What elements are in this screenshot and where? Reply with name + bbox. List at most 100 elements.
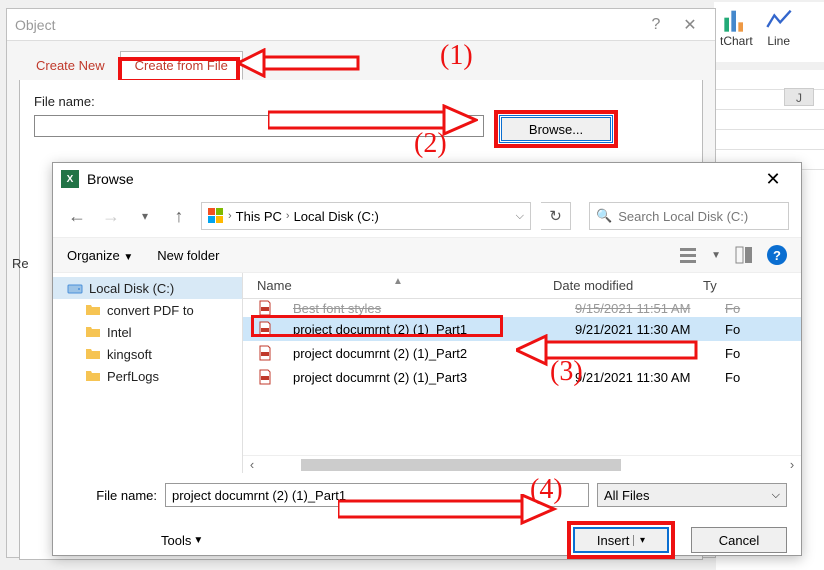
preview-pane-button[interactable] bbox=[735, 246, 753, 264]
line-label: Line bbox=[767, 34, 790, 48]
column-header-j[interactable]: J bbox=[784, 88, 814, 106]
scroll-right-icon[interactable]: › bbox=[783, 457, 801, 472]
nav-recent-icon[interactable]: ▾ bbox=[133, 204, 157, 228]
footer-filename-input[interactable] bbox=[165, 483, 589, 507]
browse-close-button[interactable]: ✕ bbox=[753, 165, 793, 193]
insert-button[interactable]: Insert ▾ bbox=[573, 527, 669, 553]
list-header[interactable]: Name ▲ Date modified Ty bbox=[243, 273, 801, 299]
sparkline-icon bbox=[765, 6, 793, 34]
tree-item-convert[interactable]: convert PDF to bbox=[53, 299, 242, 321]
tree-label: kingsoft bbox=[107, 347, 152, 362]
list-item[interactable]: project documrnt (2) (1)_Part1 9/21/2021… bbox=[243, 317, 801, 341]
file-type: Fo bbox=[725, 346, 765, 361]
pdf-icon bbox=[257, 345, 273, 361]
file-list[interactable]: Name ▲ Date modified Ty Best font styles … bbox=[243, 273, 801, 473]
sort-indicator-icon: ▲ bbox=[393, 276, 403, 287]
annotation-box-2: Browse... bbox=[494, 110, 618, 148]
list-item[interactable]: project documrnt (2) (1)_Part2 9/21/2021… bbox=[243, 341, 801, 365]
help-button[interactable]: ? bbox=[767, 245, 787, 265]
file-type: Fo bbox=[725, 301, 765, 316]
path-localdisk[interactable]: Local Disk (C:) bbox=[294, 209, 379, 224]
help-icon[interactable]: ? bbox=[639, 11, 673, 39]
folder-tree[interactable]: Local Disk (C:) convert PDF to Intel kin… bbox=[53, 273, 243, 473]
folder-icon bbox=[85, 346, 101, 362]
browse-dialog-title: Browse bbox=[87, 171, 134, 187]
chevron-right-icon: › bbox=[286, 210, 290, 222]
organize-menu[interactable]: Organize ▼ bbox=[67, 248, 133, 263]
file-type: Fo bbox=[725, 370, 765, 385]
pivotchart-label: tChart bbox=[720, 34, 753, 48]
file-type-filter[interactable]: All Files ⌵ bbox=[597, 483, 787, 507]
folder-icon bbox=[85, 302, 101, 318]
tree-label: PerfLogs bbox=[107, 369, 159, 384]
file-type: Fo bbox=[725, 322, 765, 337]
disk-icon bbox=[67, 280, 83, 296]
tree-item-intel[interactable]: Intel bbox=[53, 321, 242, 343]
col-header-type[interactable]: Ty bbox=[703, 278, 743, 293]
tree-label: Intel bbox=[107, 325, 132, 340]
chevron-down-icon: ▼ bbox=[193, 535, 203, 546]
path-thispc[interactable]: This PC bbox=[236, 209, 282, 224]
pdf-icon bbox=[257, 321, 273, 337]
address-bar[interactable]: › This PC › Local Disk (C:) ⌵ bbox=[201, 202, 531, 230]
pivotchart-icon bbox=[722, 6, 750, 34]
file-date: 9/21/2021 11:30 AM bbox=[575, 346, 725, 361]
chevron-right-icon: › bbox=[228, 210, 232, 222]
col-header-date[interactable]: Date modified bbox=[553, 278, 703, 293]
pivotchart-button[interactable]: tChart bbox=[714, 2, 759, 52]
pdf-icon bbox=[257, 300, 273, 316]
chevron-down-icon: ▼ bbox=[123, 252, 133, 263]
folder-icon bbox=[85, 368, 101, 384]
search-icon: 🔍 bbox=[596, 208, 612, 224]
file-name: Best font styles bbox=[279, 301, 575, 316]
view-mode-button[interactable] bbox=[679, 246, 697, 264]
address-dropdown-icon[interactable]: ⌵ bbox=[516, 210, 524, 223]
file-name-label: File name: bbox=[34, 94, 688, 109]
annotation-box-4: Insert ▾ bbox=[567, 521, 675, 559]
browse-dialog: X Browse ✕ ← → ▾ ↑ › This PC › Local Dis… bbox=[52, 162, 802, 556]
new-folder-button[interactable]: New folder bbox=[157, 248, 219, 263]
tree-item-kingsoft[interactable]: kingsoft bbox=[53, 343, 242, 365]
results-label-fragment: Re bbox=[12, 256, 29, 271]
view-dropdown-icon[interactable]: ▼ bbox=[711, 250, 721, 261]
tab-create-from-file[interactable]: Create from File bbox=[120, 51, 243, 80]
file-name: project documrnt (2) (1)_Part1 bbox=[279, 322, 575, 337]
excel-icon: X bbox=[61, 170, 79, 188]
nav-forward-icon[interactable]: → bbox=[99, 204, 123, 228]
tree-item-localdisk[interactable]: Local Disk (C:) bbox=[53, 277, 242, 299]
footer-filename-label: File name: bbox=[67, 488, 157, 503]
tree-item-perflogs[interactable]: PerfLogs bbox=[53, 365, 242, 387]
file-date: 9/15/2021 11:51 AM bbox=[575, 301, 725, 316]
chevron-split-icon: ▾ bbox=[633, 535, 645, 546]
close-icon[interactable]: ✕ bbox=[673, 11, 707, 39]
tree-label: Local Disk (C:) bbox=[89, 281, 174, 296]
windows-logo-icon bbox=[208, 208, 224, 224]
chevron-down-icon: ⌵ bbox=[772, 489, 780, 502]
cancel-button[interactable]: Cancel bbox=[691, 527, 787, 553]
horizontal-scrollbar[interactable]: ‹ › bbox=[243, 455, 801, 473]
tree-label: convert PDF to bbox=[107, 303, 194, 318]
list-item[interactable]: project documrnt (2) (1)_Part3 9/21/2021… bbox=[243, 365, 801, 389]
file-name-input[interactable] bbox=[34, 115, 484, 137]
refresh-button[interactable]: ↻ bbox=[541, 202, 571, 230]
file-name: project documrnt (2) (1)_Part2 bbox=[279, 346, 575, 361]
file-date: 9/21/2021 11:30 AM bbox=[575, 322, 725, 337]
tab-create-new[interactable]: Create New bbox=[21, 51, 120, 80]
line-sparkline-button[interactable]: Line bbox=[759, 2, 799, 52]
ribbon-fragment: tChart Line bbox=[714, 2, 824, 62]
scroll-left-icon[interactable]: ‹ bbox=[243, 457, 261, 472]
filter-label: All Files bbox=[604, 488, 650, 503]
tools-menu[interactable]: Tools ▼ bbox=[67, 533, 203, 548]
list-item[interactable]: Best font styles 9/15/2021 11:51 AM Fo bbox=[243, 299, 801, 317]
col-header-name[interactable]: Name bbox=[257, 278, 292, 293]
search-input[interactable]: 🔍 Search Local Disk (C:) bbox=[589, 202, 789, 230]
scroll-thumb[interactable] bbox=[301, 459, 621, 471]
nav-back-icon[interactable]: ← bbox=[65, 204, 89, 228]
folder-icon bbox=[85, 324, 101, 340]
browse-button[interactable]: Browse... bbox=[501, 117, 611, 141]
file-date: 9/21/2021 11:30 AM bbox=[575, 370, 725, 385]
search-placeholder: Search Local Disk (C:) bbox=[618, 209, 748, 224]
pdf-icon bbox=[257, 369, 273, 385]
file-name: project documrnt (2) (1)_Part3 bbox=[279, 370, 575, 385]
nav-up-icon[interactable]: ↑ bbox=[167, 204, 191, 228]
